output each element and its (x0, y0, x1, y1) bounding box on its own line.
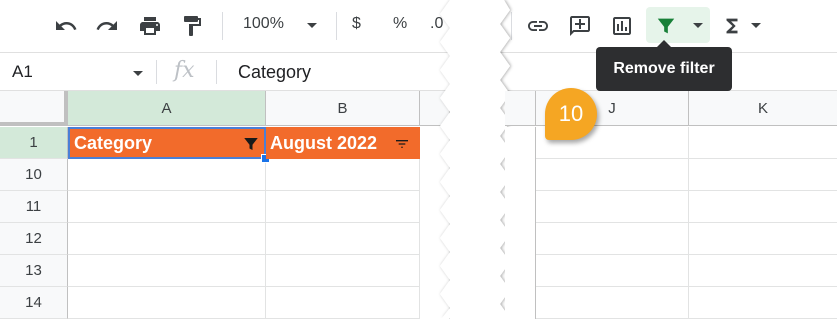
grid-cell[interactable] (689, 287, 837, 319)
cell-a1-category[interactable]: Category (68, 127, 266, 159)
select-all-corner[interactable] (0, 91, 68, 126)
functions-icon[interactable] (718, 12, 746, 40)
grid-cell[interactable] (68, 287, 266, 319)
insert-chart-icon[interactable] (608, 12, 636, 40)
grid-cell[interactable] (505, 127, 536, 319)
grid-cell[interactable] (68, 191, 266, 223)
grid-cell[interactable] (689, 159, 837, 191)
grid-cell[interactable] (689, 255, 837, 287)
column-header-partial[interactable] (505, 91, 536, 126)
formula-input[interactable]: Category (238, 62, 311, 83)
grid-cell[interactable] (266, 223, 420, 255)
zoom-dropdown-icon[interactable] (302, 16, 322, 36)
grid-cell[interactable] (266, 287, 420, 319)
grid-cell[interactable] (68, 223, 266, 255)
filter-list-icon[interactable] (392, 134, 412, 154)
fx-icon: fx (174, 58, 195, 83)
toolbar (0, 0, 837, 52)
name-box[interactable]: A1 (12, 62, 33, 82)
currency-format-button[interactable]: $ (352, 15, 361, 33)
paint-format-icon[interactable] (178, 12, 206, 40)
grid-cell[interactable] (266, 159, 420, 191)
grid-cell[interactable] (689, 127, 837, 159)
percent-format-button[interactable]: % (393, 15, 407, 33)
grid-cell[interactable] (536, 191, 689, 223)
grid-cell[interactable] (266, 191, 420, 223)
filter-active-icon[interactable] (240, 133, 262, 155)
grid-cell[interactable] (536, 223, 689, 255)
column-header-k[interactable]: K (689, 91, 837, 126)
undo-icon[interactable] (52, 12, 80, 40)
row-header-10[interactable]: 10 (0, 159, 68, 191)
grid-cell[interactable] (68, 255, 266, 287)
cell-b1-text: August 2022 (270, 132, 378, 153)
redo-icon[interactable] (93, 12, 121, 40)
grid-cell[interactable] (536, 159, 689, 191)
grid-cell[interactable] (689, 223, 837, 255)
grid-cell[interactable] (536, 287, 689, 319)
print-icon[interactable] (136, 12, 164, 40)
formula-separator (156, 60, 157, 84)
toolbar-separator (222, 12, 223, 40)
cell-a1-text: Category (74, 132, 153, 153)
row-header-14[interactable]: 14 (0, 287, 68, 319)
row-header-11[interactable]: 11 (0, 191, 68, 223)
row-header-12[interactable]: 12 (0, 223, 68, 255)
filter-dropdown-icon[interactable] (688, 16, 708, 36)
column-header-b[interactable]: B (266, 91, 420, 126)
grid-cell[interactable] (536, 255, 689, 287)
insert-comment-icon[interactable] (566, 12, 594, 40)
toolbar-separator (336, 12, 337, 40)
column-header-a[interactable]: A (68, 91, 266, 126)
grid-cell[interactable] (689, 191, 837, 223)
filter-icon[interactable] (652, 12, 680, 40)
remove-filter-tooltip: Remove filter (596, 47, 732, 91)
name-box-dropdown-icon[interactable] (128, 64, 148, 84)
grid-cell[interactable] (266, 255, 420, 287)
functions-dropdown-icon[interactable] (746, 16, 766, 36)
formula-separator (216, 60, 217, 84)
row-header-1[interactable]: 1 (0, 127, 68, 159)
grid-cell[interactable] (68, 159, 266, 191)
row-header-13[interactable]: 13 (0, 255, 68, 287)
zoom-value[interactable]: 100% (243, 15, 284, 33)
step-number-badge: 10 (545, 88, 597, 140)
